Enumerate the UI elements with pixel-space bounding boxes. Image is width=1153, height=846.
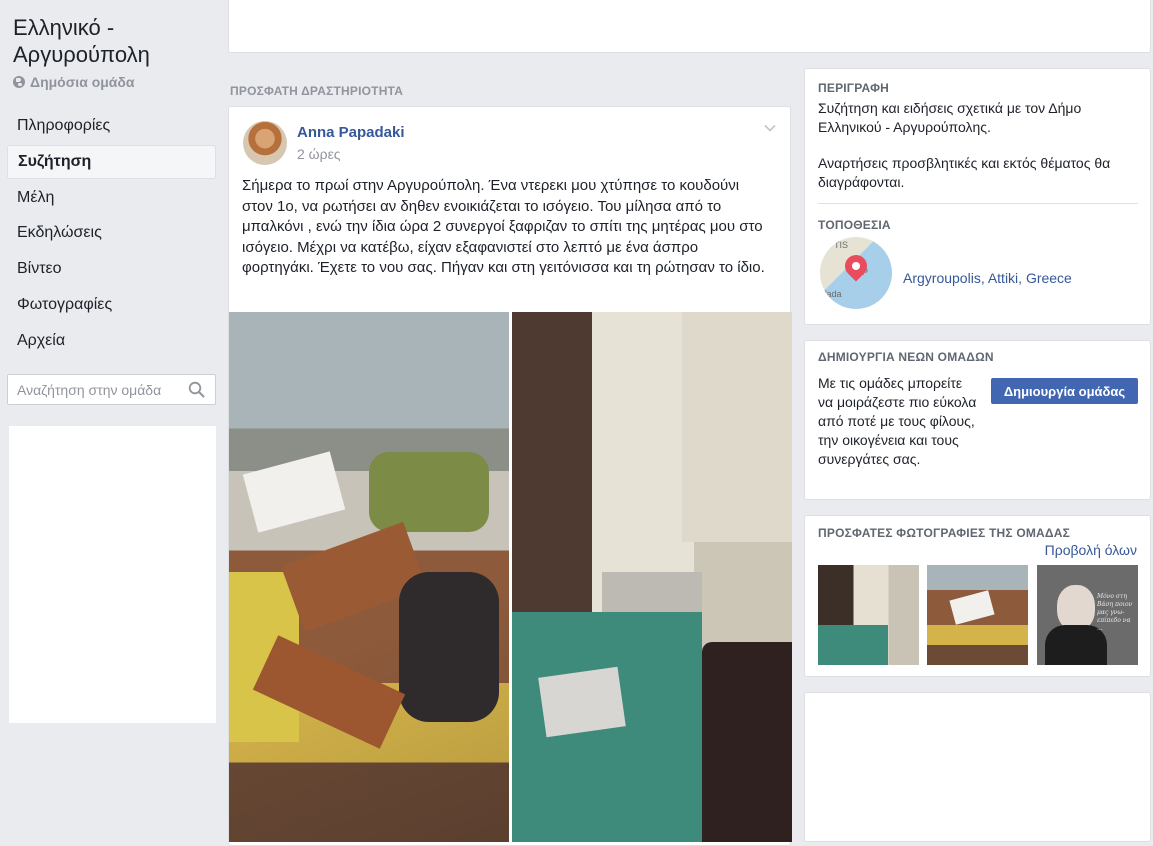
post-card: Anna Papadaki 2 ώρες Σήμερα το πρωί στην… <box>228 106 792 846</box>
create-group-button[interactable]: Δημιουργία ομάδας <box>991 378 1138 404</box>
post-photo[interactable] <box>512 312 792 842</box>
location-label: ΤΟΠΟΘΕΣΙΑ <box>818 218 891 232</box>
see-all-link[interactable]: Προβολή όλων <box>1045 542 1137 558</box>
nav-item-photos[interactable]: Φωτογραφίες <box>7 288 216 322</box>
photo-thumbnail[interactable] <box>927 565 1028 665</box>
left-empty-panel <box>9 426 216 723</box>
group-search <box>7 374 216 405</box>
right-empty-card <box>804 692 1151 842</box>
photo-thumbnail[interactable]: Μόνο στη Βάση ποιον μας γνω- επίπεδο να … <box>1037 565 1138 665</box>
nav-item-members[interactable]: Μέλη <box>7 181 216 215</box>
group-privacy: Δημόσια ομάδα <box>13 74 135 90</box>
avatar[interactable] <box>243 121 287 165</box>
description-card: ΠΕΡΙΓΡΑΦΗ Συζήτηση και ειδήσεις σχετικά … <box>804 68 1151 325</box>
create-group-text: Με τις ομάδες μπορείτε να μοιράζεστε πιο… <box>818 375 977 467</box>
post-text: Σήμερα το πρωί στην Αργυρούπολη. Ένα ντε… <box>242 177 765 276</box>
create-group-card: ΔΗΜΙΟΥΡΓΙΑ ΝΕΩΝ ΟΜΑΔΩΝ Με τις ομάδες μπο… <box>804 340 1151 500</box>
location-link[interactable]: Argyroupolis, Attiki, Greece <box>903 270 1072 286</box>
map-thumbnail[interactable]: TIS P fada <box>820 237 892 309</box>
search-icon[interactable] <box>188 381 205 398</box>
group-title[interactable]: Ελληνικό - Αργυρούπολη <box>13 14 213 68</box>
group-privacy-label: Δημόσια ομάδα <box>30 74 135 90</box>
left-sidebar: Ελληνικό - Αργυρούπολη Δημόσια ομάδα Πλη… <box>0 0 222 832</box>
nav-item-discussion[interactable]: Συζήτηση <box>7 144 216 179</box>
nav-item-videos[interactable]: Βίντεο <box>7 252 216 286</box>
map-text: fada <box>824 289 842 299</box>
group-nav: Πληροφορίες Συζήτηση Μέλη Εκδηλώσεις Βίν… <box>7 109 216 360</box>
composer-card <box>228 0 1151 53</box>
post-author[interactable]: Anna Papadaki <box>297 124 405 141</box>
photo-quote-text: Μόνο στη Βάση ποιον μας γνω- επίπεδο να … <box>1097 593 1133 632</box>
create-group-label: ΔΗΜΙΟΥΡΓΙΑ ΝΕΩΝ ΟΜΑΔΩΝ <box>818 350 994 364</box>
divider <box>818 203 1138 204</box>
recent-photos-label: ΠΡΟΣΦΑΤΕΣ ΦΩΤΟΓΡΑΦΙΕΣ ΤΗΣ ΟΜΑΔΑΣ <box>818 526 1071 540</box>
description-line: Αναρτήσεις προσβλητικές και εκτός θέματο… <box>818 155 1111 190</box>
group-search-input[interactable] <box>8 380 178 399</box>
description-label: ΠΕΡΙΓΡΑΦΗ <box>818 81 889 95</box>
description-text: Συζήτηση και ειδήσεις σχετικά με τον Δήμ… <box>818 99 1138 191</box>
post-photo[interactable] <box>229 312 509 842</box>
photo-thumbnail[interactable] <box>818 565 919 665</box>
nav-item-files[interactable]: Αρχεία <box>7 324 216 358</box>
globe-icon <box>13 76 25 88</box>
post-timestamp[interactable]: 2 ώρες <box>297 146 341 162</box>
map-text: TIS <box>834 240 849 250</box>
chevron-down-icon[interactable] <box>764 122 776 134</box>
nav-item-about[interactable]: Πληροφορίες <box>7 109 216 143</box>
description-line: Συζήτηση και ειδήσεις σχετικά με τον Δήμ… <box>818 100 1082 135</box>
recent-activity-label: ΠΡΟΣΦΑΤΗ ΔΡΑΣΤΗΡΙΟΤΗΤΑ <box>230 84 404 98</box>
recent-photos-card: ΠΡΟΣΦΑΤΕΣ ΦΩΤΟΓΡΑΦΙΕΣ ΤΗΣ ΟΜΑΔΑΣ Προβολή… <box>804 515 1151 677</box>
nav-item-events[interactable]: Εκδηλώσεις <box>7 216 216 250</box>
